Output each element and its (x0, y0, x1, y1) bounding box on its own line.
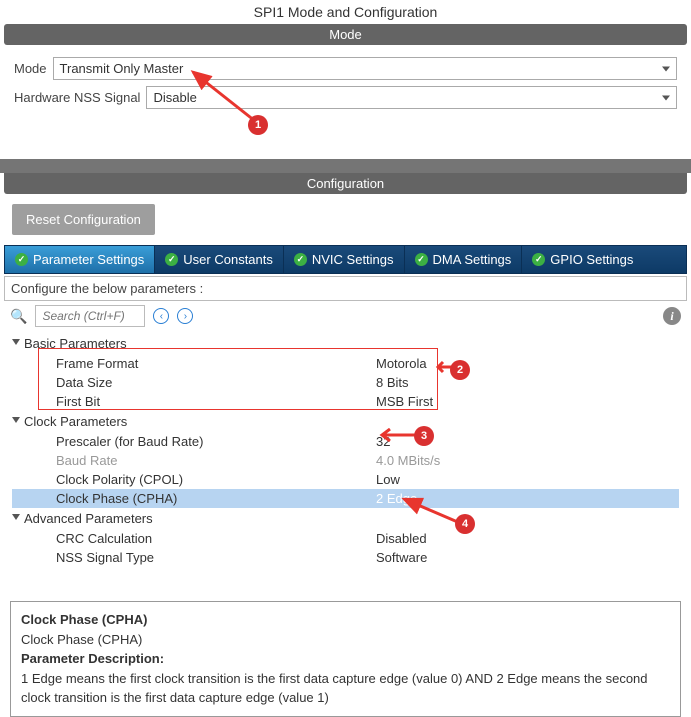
param-value: 4.0 MBits/s (376, 453, 679, 468)
param-nss-signal-type[interactable]: NSS Signal TypeSoftware (12, 548, 679, 567)
group-basic-parameters[interactable]: Basic Parameters (12, 333, 679, 354)
param-value: Software (376, 550, 679, 565)
config-tabs: Parameter Settings User Constants NVIC S… (4, 245, 687, 274)
param-value: Disabled (376, 531, 679, 546)
search-input[interactable] (35, 305, 145, 327)
nss-label: Hardware NSS Signal (14, 90, 140, 105)
param-label: Frame Format (56, 356, 376, 371)
tab-user-constants[interactable]: User Constants (155, 246, 284, 273)
param-value: Low (376, 472, 679, 487)
nss-select[interactable]: Disable (146, 86, 677, 109)
mode-select[interactable]: Transmit Only Master (53, 57, 677, 80)
param-frame-format[interactable]: Frame FormatMotorola (12, 354, 679, 373)
search-prev-button[interactable]: ‹ (153, 308, 169, 324)
param-first-bit[interactable]: First BitMSB First (12, 392, 679, 411)
group-label: Advanced Parameters (24, 511, 153, 526)
param-value: MSB First (376, 394, 679, 409)
group-clock-parameters[interactable]: Clock Parameters (12, 411, 679, 432)
tab-label: User Constants (183, 252, 273, 267)
param-label: CRC Calculation (56, 531, 376, 546)
param-label: Clock Phase (CPHA) (56, 491, 376, 506)
divider (0, 159, 691, 173)
description-heading: Clock Phase (CPHA) (21, 610, 670, 630)
param-label: Clock Polarity (CPOL) (56, 472, 376, 487)
chevron-down-icon (12, 339, 20, 349)
mode-select-value: Transmit Only Master (60, 61, 184, 76)
param-value: 2 Edge (376, 491, 679, 506)
chevron-down-icon (12, 417, 20, 427)
mode-section-header: Mode (4, 24, 687, 45)
param-cpol[interactable]: Clock Polarity (CPOL)Low (12, 470, 679, 489)
group-label: Clock Parameters (24, 414, 127, 429)
group-label: Basic Parameters (24, 336, 127, 351)
check-icon (15, 253, 28, 266)
param-label: Data Size (56, 375, 376, 390)
configure-instruction: Configure the below parameters : (4, 276, 687, 301)
description-sub: Clock Phase (CPHA) (21, 630, 670, 650)
param-crc-calculation[interactable]: CRC CalculationDisabled (12, 529, 679, 548)
search-icon: 🔍 (10, 308, 27, 325)
info-icon[interactable]: i (663, 307, 681, 325)
tab-parameter-settings[interactable]: Parameter Settings (5, 246, 155, 273)
tab-gpio-settings[interactable]: GPIO Settings (522, 246, 643, 273)
param-prescaler[interactable]: Prescaler (for Baud Rate)32 (12, 432, 679, 451)
reset-configuration-button[interactable]: Reset Configuration (12, 204, 155, 235)
config-section-header: Configuration (4, 173, 687, 194)
nss-select-value: Disable (153, 90, 196, 105)
param-value: Motorola (376, 356, 679, 371)
description-label: Parameter Description: (21, 649, 670, 669)
param-label: Prescaler (for Baud Rate) (56, 434, 376, 449)
group-advanced-parameters[interactable]: Advanced Parameters (12, 508, 679, 529)
param-label: NSS Signal Type (56, 550, 376, 565)
check-icon (415, 253, 428, 266)
check-icon (532, 253, 545, 266)
tab-dma-settings[interactable]: DMA Settings (405, 246, 523, 273)
param-label: Baud Rate (56, 453, 376, 468)
param-value: 8 Bits (376, 375, 679, 390)
param-label: First Bit (56, 394, 376, 409)
parameter-tree: Basic Parameters Frame FormatMotorola Da… (4, 331, 687, 577)
tab-label: NVIC Settings (312, 252, 394, 267)
param-value: 32 (376, 434, 679, 449)
tab-nvic-settings[interactable]: NVIC Settings (284, 246, 405, 273)
mode-section: Mode Transmit Only Master Hardware NSS S… (0, 45, 691, 153)
mode-label: Mode (14, 61, 47, 76)
check-icon (294, 253, 307, 266)
check-icon (165, 253, 178, 266)
description-text: 1 Edge means the first clock transition … (21, 669, 670, 708)
param-data-size[interactable]: Data Size8 Bits (12, 373, 679, 392)
param-baud-rate: Baud Rate4.0 MBits/s (12, 451, 679, 470)
tab-label: DMA Settings (433, 252, 512, 267)
chevron-down-icon (12, 514, 20, 524)
description-panel: Clock Phase (CPHA) Clock Phase (CPHA) Pa… (10, 601, 681, 717)
tab-label: Parameter Settings (33, 252, 144, 267)
tab-label: GPIO Settings (550, 252, 633, 267)
page-title: SPI1 Mode and Configuration (0, 0, 691, 24)
search-next-button[interactable]: › (177, 308, 193, 324)
param-cpha[interactable]: Clock Phase (CPHA)2 Edge (12, 489, 679, 508)
search-toolbar: 🔍 ‹ › i (4, 301, 687, 331)
